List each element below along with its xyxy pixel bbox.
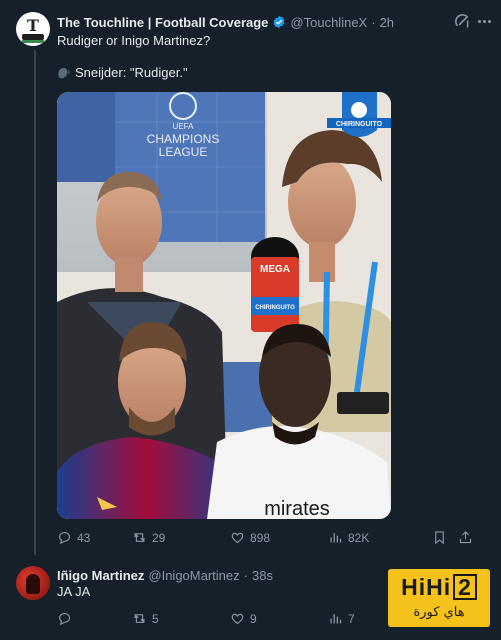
like-icon	[231, 613, 244, 625]
tweet-text-line2: Sneijder: "Rudiger."	[57, 64, 188, 81]
reply-repost-count: 5	[152, 611, 159, 626]
reply-reply-button[interactable]	[57, 611, 132, 626]
views-icon	[330, 533, 342, 543]
reply-icon	[58, 531, 71, 545]
bookmark-icon	[435, 531, 444, 545]
quote-text: Sneijder: "Rudiger."	[75, 65, 188, 80]
avatar-stripe	[22, 40, 44, 43]
reply-author-handle[interactable]: @InigoMartinez	[148, 568, 239, 583]
tweet-actions: 43 29 898 82K	[57, 530, 491, 545]
reply-separator-dot: ·	[243, 567, 248, 583]
separator-dot: ·	[371, 14, 376, 30]
ucl-text-2: CHAMPIONS	[147, 132, 220, 146]
watermark-top: HiHi 2	[388, 574, 490, 601]
speaking-head-icon	[58, 67, 70, 78]
share-icon	[459, 531, 472, 544]
like-button[interactable]: 898	[230, 530, 328, 545]
shirt-text: mirates	[264, 498, 330, 519]
views-count: 82K	[348, 530, 370, 545]
reply-header: Iñigo Martinez @InigoMartinez · 38s	[57, 566, 273, 584]
views-icon	[330, 614, 342, 624]
like-icon	[231, 532, 244, 544]
author-name[interactable]: The Touchline | Football Coverage	[57, 15, 268, 30]
tweet-media-image[interactable]: UEFA CHAMPIONS LEAGUE CHIRINGUITO MEGA C…	[57, 92, 391, 519]
mic-top-text: MEGA	[260, 264, 290, 275]
repost-icon	[134, 533, 145, 542]
reply-icon	[58, 612, 71, 626]
reply-avatar[interactable]	[16, 566, 50, 600]
repost-icon	[134, 614, 145, 623]
reply-timestamp[interactable]: 38s	[252, 568, 273, 583]
mic-label-text: CHIRINGUITO	[255, 305, 295, 311]
thread-line	[34, 50, 36, 555]
like-count: 898	[250, 530, 271, 545]
badge-text: CHIRINGUITO	[336, 121, 383, 128]
verified-badge-icon	[273, 15, 285, 29]
reply-count: 43	[77, 530, 91, 545]
tweet-header: The Touchline | Football Coverage @Touch…	[57, 13, 461, 31]
watermark-logo: HiHi 2 هاي كورة	[388, 569, 490, 627]
media-illustration: UEFA CHAMPIONS LEAGUE CHIRINGUITO MEGA C…	[57, 92, 391, 519]
reply-author-name[interactable]: Iñigo Martinez	[57, 568, 144, 583]
bookmark-button[interactable]	[432, 530, 458, 545]
reply-repost-button[interactable]: 5	[132, 611, 230, 626]
timestamp[interactable]: 2h	[380, 15, 394, 30]
ucl-text-3: LEAGUE	[159, 145, 208, 159]
watermark-bottom-text: هاي كورة	[413, 605, 465, 620]
repost-button[interactable]: 29	[132, 530, 230, 545]
reply-like-button[interactable]: 9	[230, 611, 328, 626]
reply-text: JA JA	[57, 584, 91, 599]
repost-count: 29	[152, 530, 166, 545]
watermark-box: 2	[453, 574, 477, 600]
avatar[interactable]: T	[16, 12, 50, 46]
author-handle[interactable]: @TouchlineX	[290, 15, 367, 30]
ucl-text-1: UEFA	[173, 122, 195, 131]
views-button[interactable]: 82K	[328, 530, 432, 545]
watermark-top-text: HiHi	[401, 574, 452, 600]
grok-icon[interactable]	[454, 13, 471, 30]
avatar-letter: T	[27, 16, 39, 35]
reply-button[interactable]: 43	[57, 530, 132, 545]
reply-views-count: 7	[348, 611, 355, 626]
tweet-text-line1: Rudiger or Inigo Martinez?	[57, 33, 211, 48]
more-icon[interactable]	[478, 20, 491, 23]
reply-like-count: 9	[250, 611, 257, 626]
share-button[interactable]	[458, 530, 473, 545]
